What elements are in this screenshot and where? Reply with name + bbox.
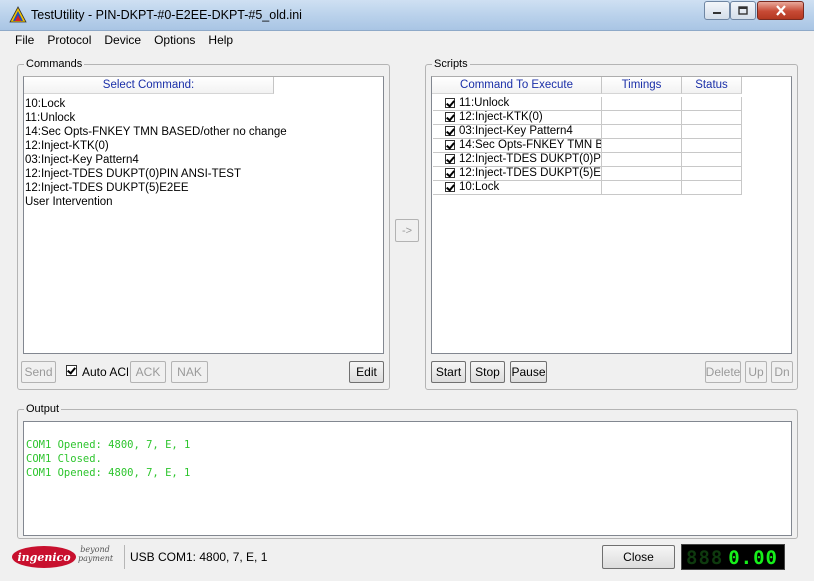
script-row-checkbox[interactable]	[445, 154, 455, 164]
auto-ack-checkbox[interactable]	[66, 365, 77, 376]
script-timing-cell	[602, 153, 682, 167]
script-timing-cell	[602, 167, 682, 181]
commands-group: Commands Select Command: 10:Lock 11:Unlo…	[17, 57, 390, 390]
status-separator	[124, 545, 125, 569]
script-status-cell	[682, 139, 742, 153]
minimize-icon	[713, 11, 721, 14]
command-item[interactable]: 11:Unlock	[25, 111, 75, 125]
maximize-button[interactable]	[730, 1, 756, 20]
nak-button[interactable]: NAK	[171, 361, 208, 383]
auto-ack-label[interactable]: Auto ACK	[82, 365, 128, 379]
scripts-legend: Scripts	[432, 57, 470, 71]
script-command-cell: 03:Inject-Key Pattern4	[433, 125, 602, 139]
delete-button[interactable]: Delete	[705, 361, 741, 383]
move-down-button[interactable]: Dn	[771, 361, 793, 383]
menu-device[interactable]: Device	[97, 31, 147, 50]
close-window-button[interactable]	[757, 1, 804, 20]
ack-button[interactable]: ACK	[130, 361, 166, 383]
status-bar: ingenico beyond payment USB COM1: 4800, …	[8, 543, 806, 571]
stop-button[interactable]: Stop	[470, 361, 505, 383]
column-command[interactable]: Command To Execute	[432, 77, 602, 94]
output-line: COM1 Opened: 4800, 7, E, 1	[26, 439, 191, 451]
script-command-text: 03:Inject-Key Pattern4	[459, 125, 573, 137]
script-command-cell: 14:Sec Opts-FNKEY TMN BAS	[433, 139, 602, 153]
script-command-text: 14:Sec Opts-FNKEY TMN BAS	[459, 139, 601, 151]
command-item[interactable]: 03:Inject-Key Pattern4	[25, 153, 139, 167]
command-item[interactable]: User Intervention	[25, 195, 113, 209]
output-console[interactable]: COM1 Opened: 4800, 7, E, 1 COM1 Closed. …	[23, 421, 792, 536]
script-row-checkbox[interactable]	[445, 98, 455, 108]
script-command-text: 12:Inject-TDES DUKPT(5)E2E	[459, 167, 602, 179]
script-status-cell	[682, 111, 742, 125]
script-status-cell	[682, 97, 742, 111]
command-list-header[interactable]: Select Command:	[24, 77, 274, 94]
script-row-checkbox[interactable]	[445, 126, 455, 136]
add-to-script-button[interactable]: ->	[395, 219, 419, 242]
script-timing-cell	[602, 181, 682, 195]
output-line: COM1 Opened: 4800, 7, E, 1	[26, 467, 191, 479]
script-command-text: 12:Inject-TDES DUKPT(0)PIN	[459, 153, 602, 165]
script-status-cell	[682, 181, 742, 195]
output-group: Output COM1 Opened: 4800, 7, E, 1 COM1 C…	[17, 402, 798, 539]
command-item[interactable]: 12:Inject-TDES DUKPT(5)E2EE	[25, 181, 189, 195]
maximize-icon	[738, 6, 748, 15]
close-button[interactable]: Close	[602, 545, 675, 569]
menu-file[interactable]: File	[8, 31, 40, 50]
close-icon	[775, 5, 786, 16]
title-bar: TestUtility - PIN-DKPT-#0-E2EE-DKPT-#5_o…	[0, 0, 814, 31]
connection-status: USB COM1: 4800, 7, E, 1	[130, 550, 268, 564]
ingenico-logo: ingenico	[12, 546, 76, 568]
script-status-cell	[682, 125, 742, 139]
script-status-cell	[682, 167, 742, 181]
command-item[interactable]: 12:Inject-KTK(0)	[25, 139, 109, 153]
script-timing-cell	[602, 97, 682, 111]
pause-button[interactable]: Pause	[510, 361, 547, 383]
command-item[interactable]: 12:Inject-TDES DUKPT(0)PIN ANSI-TEST	[25, 167, 241, 181]
script-command-text: 10:Lock	[459, 181, 500, 193]
script-timing-cell	[602, 139, 682, 153]
column-timings[interactable]: Timings	[602, 77, 682, 94]
edit-button[interactable]: Edit	[349, 361, 384, 383]
send-button[interactable]: Send	[21, 361, 56, 383]
commands-legend: Commands	[24, 57, 85, 71]
timer-ghost-segments: 888	[686, 547, 724, 569]
script-status-cell	[682, 153, 742, 167]
tagline-logo: beyond payment	[78, 545, 114, 563]
window-title: TestUtility - PIN-DKPT-#0-E2EE-DKPT-#5_o…	[31, 8, 302, 22]
script-command-cell: 12:Inject-KTK(0)	[433, 111, 602, 125]
script-grid[interactable]: Command To Execute Timings Status 11:Unl…	[431, 76, 792, 354]
app-icon	[9, 6, 27, 23]
menu-options[interactable]: Options	[147, 31, 201, 50]
command-item[interactable]: 14:Sec Opts-FNKEY TMN BASED/other no cha…	[25, 125, 287, 139]
script-command-text: 12:Inject-KTK(0)	[459, 111, 543, 123]
script-command-text: 11:Unlock	[459, 97, 510, 109]
script-row-checkbox[interactable]	[445, 140, 455, 150]
script-command-cell: 11:Unlock	[433, 97, 602, 111]
minimize-button[interactable]	[704, 1, 730, 20]
background-window-ghost	[315, 2, 690, 28]
script-command-cell: 12:Inject-TDES DUKPT(0)PIN	[433, 153, 602, 167]
script-row-checkbox[interactable]	[445, 182, 455, 192]
script-timing-cell	[602, 125, 682, 139]
command-list[interactable]: Select Command: 10:Lock 11:Unlock 14:Sec…	[23, 76, 384, 354]
script-timing-cell	[602, 111, 682, 125]
menu-bar: File Protocol Device Options Help	[8, 31, 806, 50]
script-command-cell: 12:Inject-TDES DUKPT(5)E2E	[433, 167, 602, 181]
script-command-cell: 10:Lock	[433, 181, 602, 195]
menu-help[interactable]: Help	[201, 31, 239, 50]
output-legend: Output	[24, 402, 62, 416]
script-row-checkbox[interactable]	[445, 168, 455, 178]
command-item[interactable]: 10:Lock	[25, 97, 65, 111]
output-line: COM1 Closed.	[26, 453, 102, 465]
script-row-checkbox[interactable]	[445, 112, 455, 122]
elapsed-timer: 888 0.00	[681, 544, 785, 570]
column-status[interactable]: Status	[682, 77, 742, 94]
move-up-button[interactable]: Up	[745, 361, 767, 383]
timer-value: 0.00	[728, 547, 778, 569]
menu-protocol[interactable]: Protocol	[40, 31, 97, 50]
start-button[interactable]: Start	[431, 361, 466, 383]
scripts-group: Scripts Command To Execute Timings Statu…	[425, 57, 798, 390]
